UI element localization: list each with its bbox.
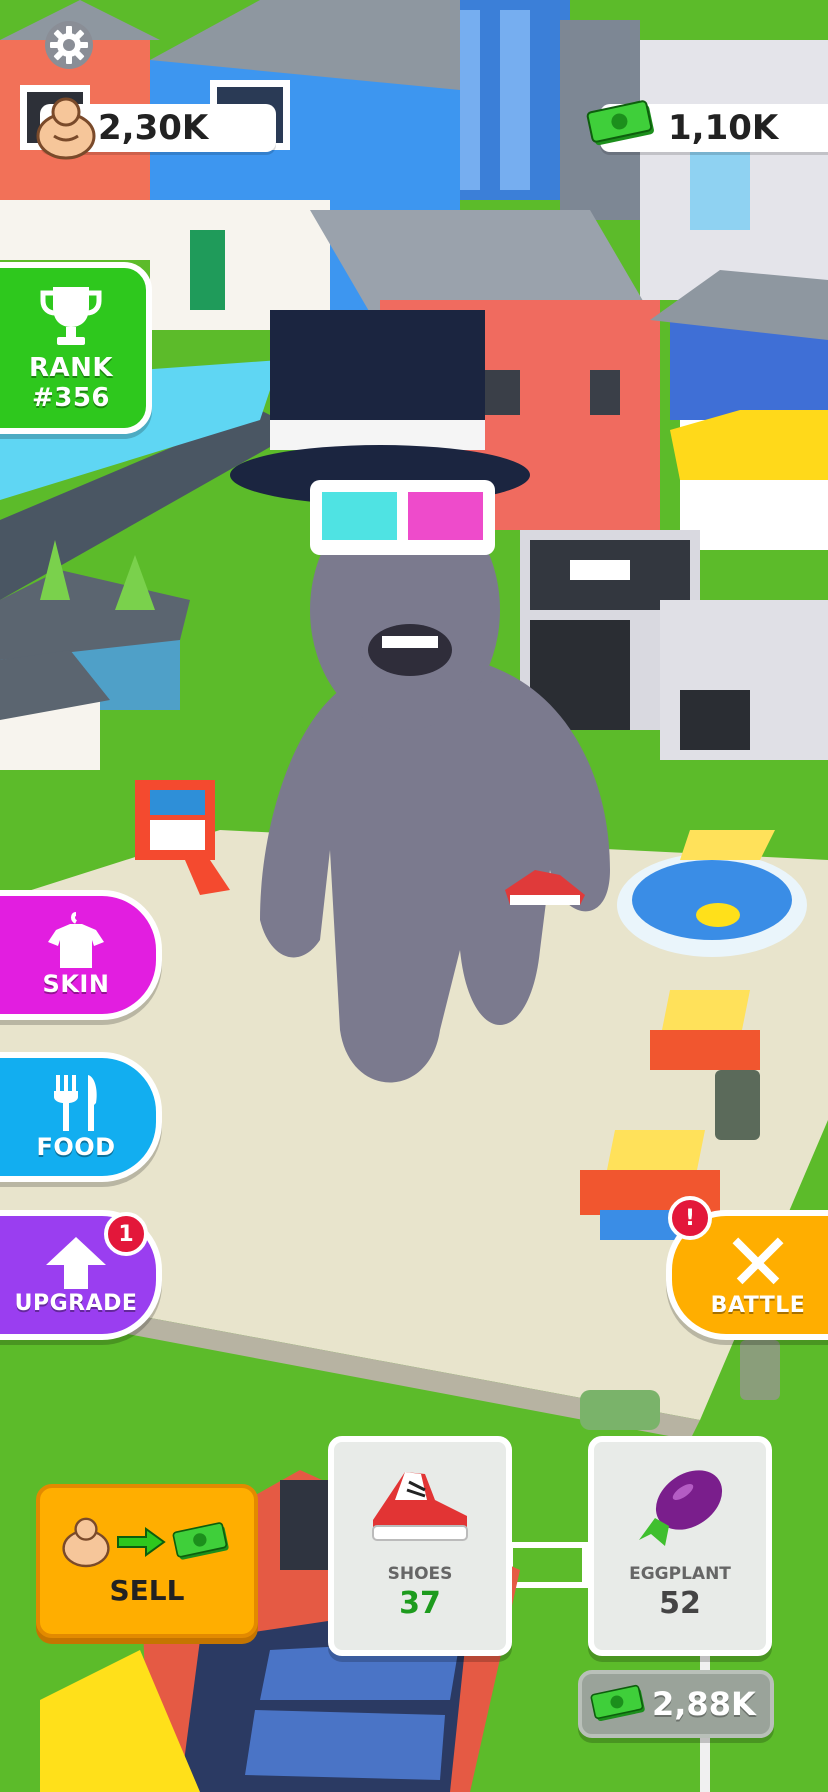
item-name: SHOES <box>387 1564 453 1584</box>
sell-label: SELL <box>109 1573 185 1607</box>
sell-button[interactable]: SELL <box>36 1484 258 1638</box>
sell-icon-row <box>62 1516 232 1568</box>
bottom-money-value: 2,88K <box>652 1685 756 1723</box>
right-arrow-icon <box>117 1526 166 1557</box>
settings-button[interactable] <box>44 20 94 70</box>
player-character <box>230 310 610 1083</box>
item-name: EGGPLANT <box>629 1564 731 1584</box>
battle-alert-badge: ! <box>668 1196 712 1240</box>
muscle-man-icon <box>62 1517 110 1567</box>
cash-stack-icon <box>590 1684 645 1722</box>
muscle-man-icon <box>36 96 96 160</box>
gear-icon <box>45 21 93 69</box>
eggplant-icon <box>639 1470 723 1546</box>
cash-stack-icon <box>172 1521 229 1560</box>
battle-label: BATTLE <box>710 1292 806 1318</box>
strength-value: 2,30K <box>98 108 209 148</box>
item-count: 37 <box>399 1586 441 1621</box>
rank-value: #356 <box>31 383 111 413</box>
item-card-shoes[interactable]: SHOES 37 <box>328 1436 512 1656</box>
money-value: 1,10K <box>668 108 779 148</box>
up-arrow-icon <box>46 1236 106 1289</box>
rank-button[interactable]: RANK #356 <box>0 262 152 434</box>
crossed-swords-icon <box>732 1237 784 1284</box>
fork-knife-icon <box>54 1075 97 1131</box>
cash-stack-icon <box>586 96 658 152</box>
skin-label: SKIN <box>42 970 110 998</box>
food-button[interactable]: FOOD <box>0 1052 162 1182</box>
item-card-eggplant[interactable]: EGGPLANT 52 <box>588 1436 772 1656</box>
upgrade-badge-count: 1 <box>118 1221 134 1247</box>
upgrade-label: UPGRADE <box>14 1290 138 1316</box>
battle-badge-text: ! <box>684 1205 696 1231</box>
trophy-icon <box>40 287 102 345</box>
skin-button[interactable]: SKIN <box>0 890 162 1020</box>
food-label: FOOD <box>36 1133 116 1161</box>
item-count: 52 <box>659 1586 701 1621</box>
sneaker-icon <box>372 1472 468 1541</box>
bottom-money-button[interactable]: 2,88K <box>578 1670 774 1738</box>
shirt-hanger-icon <box>48 912 104 968</box>
upgrade-notification-badge: 1 <box>104 1212 148 1256</box>
rank-label: RANK <box>28 353 114 383</box>
